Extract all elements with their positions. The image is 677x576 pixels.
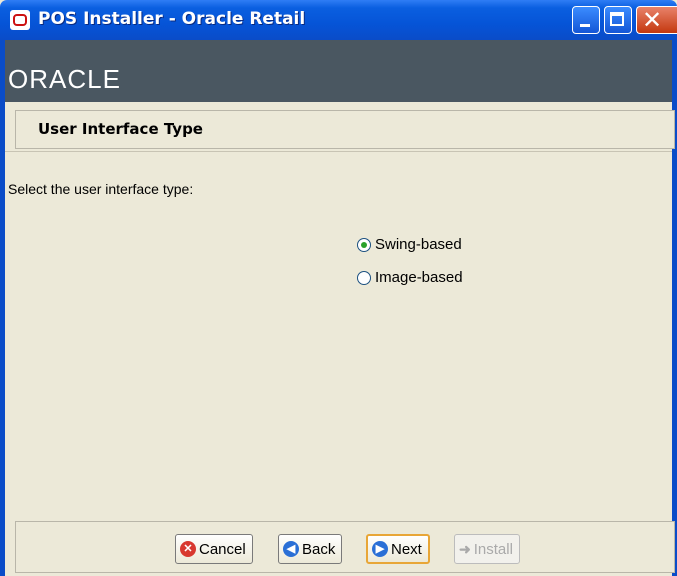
option-label-image-based[interactable]: Image-based — [375, 269, 463, 286]
install-button[interactable]: ➜ Install — [454, 534, 520, 564]
window-title: POS Installer - Oracle Retail — [38, 9, 306, 29]
install-label: Install — [473, 540, 513, 558]
x-circle-icon: ✕ — [180, 541, 196, 557]
window-border-left — [0, 40, 5, 576]
minimize-button[interactable] — [572, 6, 600, 34]
oracle-logo: ORACLE — [8, 64, 121, 94]
left-arrow-circle-icon: ◀ — [283, 541, 299, 557]
cancel-label: Cancel — [199, 540, 246, 558]
option-label-swing-based[interactable]: Swing-based — [375, 236, 462, 253]
next-label: Next — [391, 540, 422, 558]
installer-window: POS Installer - Oracle Retail ✕ ORACLE U… — [0, 0, 677, 576]
page-title: User Interface Type — [38, 120, 203, 138]
title-bar[interactable]: POS Installer - Oracle Retail ✕ — [0, 0, 677, 40]
option-image-based[interactable]: Image-based — [357, 269, 463, 286]
back-label: Back — [302, 540, 336, 558]
page-header: User Interface Type — [15, 110, 675, 149]
radio-swing-based[interactable] — [357, 237, 371, 252]
maximize-button[interactable] — [604, 6, 632, 34]
close-button[interactable]: ✕ — [636, 6, 677, 34]
oracle-app-icon[interactable] — [10, 10, 30, 30]
minimize-icon — [580, 24, 590, 27]
install-arrow-icon: ➜ — [459, 540, 471, 557]
option-swing-based[interactable]: Swing-based — [357, 236, 462, 253]
select-prompt: Select the user interface type: — [8, 181, 194, 197]
maximize-icon — [610, 12, 624, 26]
back-button[interactable]: ◀ Back — [278, 534, 343, 564]
header-divider — [5, 151, 672, 152]
cancel-button[interactable]: ✕ Cancel — [175, 534, 253, 564]
button-panel — [15, 521, 675, 573]
close-icon: ✕ — [642, 6, 663, 34]
next-button[interactable]: ▶ Next — [366, 534, 430, 564]
radio-image-based[interactable] — [357, 270, 371, 285]
right-arrow-circle-icon: ▶ — [372, 541, 388, 557]
